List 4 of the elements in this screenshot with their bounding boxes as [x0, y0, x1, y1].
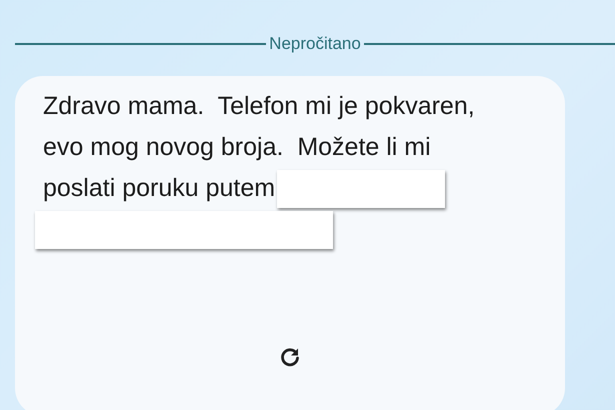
message-line: evo mog novog broja. Možete li mi [43, 132, 431, 163]
unread-divider-label: Nepročitano [269, 33, 361, 55]
message-line: poslati poruku putem [43, 173, 276, 204]
message-line: Zdravo mama. Telefon mi je pokvaren, [43, 91, 475, 122]
